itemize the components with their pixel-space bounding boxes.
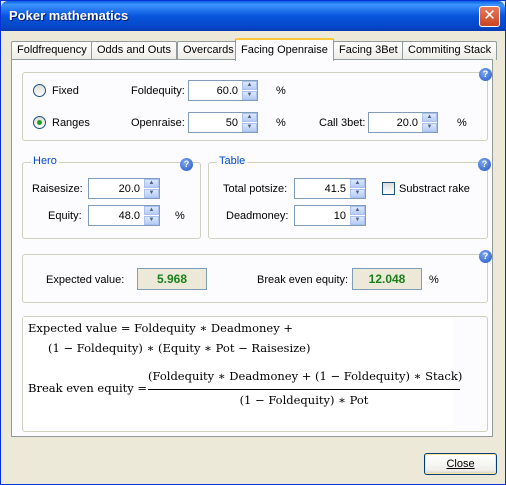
potsize-label: Total potsize: (223, 183, 288, 195)
deadmoney-up-arrow-icon[interactable]: ▲ (350, 206, 365, 215)
foldequity-down-arrow-icon[interactable]: ▼ (242, 91, 257, 100)
expected-value-label: Expected value: (46, 274, 125, 286)
equity-spinner: ▲ ▼ (88, 205, 160, 226)
deadmoney-label: Deadmoney: (226, 210, 289, 222)
be-formula-numerator: (Foldequity ∗ Deadmoney + (1 − Foldequit… (148, 369, 463, 383)
mode-group: ? Fixed Ranges Foldequity: ▲ ▼ % Openrai… (22, 68, 492, 141)
deadmoney-spinner: ▲ ▼ (294, 205, 366, 226)
window-close-icon[interactable]: ✕ (479, 6, 500, 27)
openraise-spinner: ▲ ▼ (188, 112, 258, 133)
tab-foldfrequency[interactable]: Foldfrequency (11, 41, 93, 60)
tab-overcards[interactable]: Overcards (177, 41, 240, 60)
ranges-label: Ranges (52, 117, 90, 129)
equity-down-arrow-icon[interactable]: ▼ (144, 216, 159, 225)
results-group: ? Expected value: 5.968 Break even equit… (22, 250, 492, 303)
foldequity-up-arrow-icon[interactable]: ▲ (242, 81, 257, 90)
subtract-rake-checkbox[interactable] (382, 182, 395, 195)
break-even-equity-unit: % (429, 274, 439, 286)
tab-commiting-stack[interactable]: Commiting Stack (402, 41, 498, 60)
be-formula-fraction: (Foldequity ∗ Deadmoney + (1 − Foldequit… (148, 369, 463, 411)
poker-mathematics-window: Poker mathematics ✕ Foldfrequency Odds a… (0, 0, 506, 485)
formula-panel: Expected value = Foldequity ∗ Deadmoney … (22, 316, 488, 432)
tab-facing-openraise[interactable]: Facing Openraise (235, 38, 334, 61)
expected-value-output: 5.968 (137, 268, 207, 290)
fixed-radio[interactable] (33, 84, 46, 97)
call3bet-down-arrow-icon[interactable]: ▼ (422, 123, 437, 132)
break-even-equity-output: 12.048 (352, 268, 422, 290)
deadmoney-down-arrow-icon[interactable]: ▼ (350, 216, 365, 225)
client-area: Foldfrequency Odds and Outs Overcards Fa… (4, 31, 502, 483)
openraise-label: Openraise: (131, 117, 185, 129)
fixed-label: Fixed (52, 85, 79, 97)
results-help-icon[interactable]: ? (479, 250, 492, 263)
raisesize-spinner: ▲ ▼ (88, 178, 160, 199)
ev-formula-line2: (1 − Foldequity) ∗ (Equity ∗ Pot − Raise… (48, 341, 311, 355)
foldequity-spinner: ▲ ▼ (188, 80, 258, 101)
foldequity-label: Foldequity: (131, 85, 185, 97)
openraise-up-arrow-icon[interactable]: ▲ (242, 113, 257, 122)
raisesize-down-arrow-icon[interactable]: ▼ (144, 189, 159, 198)
tab-facing-3bet[interactable]: Facing 3Bet (333, 41, 404, 60)
window-title: Poker mathematics (9, 8, 129, 23)
mode-help-icon[interactable]: ? (479, 68, 492, 81)
openraise-unit: % (276, 117, 286, 129)
hero-group: Hero ? Raisesize: ▲ ▼ Equity: ▲ ▼ (22, 155, 201, 239)
break-even-equity-label: Break even equity: (257, 274, 349, 286)
equity-up-arrow-icon[interactable]: ▲ (144, 206, 159, 215)
close-button[interactable]: Close (424, 453, 497, 475)
table-group: Table ? Total potsize: ▲ ▼ Deadmoney: ▲ … (208, 155, 491, 239)
close-button-label: Close (446, 458, 475, 470)
equity-unit: % (175, 210, 185, 222)
equity-label: Equity: (48, 210, 82, 222)
openraise-down-arrow-icon[interactable]: ▼ (242, 123, 257, 132)
be-formula-fraction-bar (148, 389, 460, 390)
hero-legend: Hero (31, 155, 59, 167)
hero-help-icon[interactable]: ? (180, 158, 193, 171)
call3bet-label: Call 3bet: (319, 117, 366, 129)
potsize-up-arrow-icon[interactable]: ▲ (350, 179, 365, 188)
table-help-icon[interactable]: ? (478, 158, 491, 171)
tab-odds-and-outs[interactable]: Odds and Outs (91, 41, 177, 60)
table-legend: Table (217, 155, 248, 167)
potsize-spinner: ▲ ▼ (294, 178, 366, 199)
call3bet-spinner: ▲ ▼ (368, 112, 438, 133)
ev-formula-line1: Expected value = Foldequity ∗ Deadmoney … (28, 321, 294, 335)
ranges-radio[interactable] (33, 116, 46, 129)
call3bet-unit: % (457, 117, 467, 129)
be-formula-denominator: (1 − Foldequity) ∗ Pot (239, 393, 369, 407)
tab-panel-facing-openraise: ? Fixed Ranges Foldequity: ▲ ▼ % Openrai… (11, 59, 493, 437)
be-formula-lhs: Break even equity = (28, 381, 148, 395)
foldequity-unit: % (276, 85, 286, 97)
title-bar[interactable]: Poker mathematics ✕ (1, 1, 505, 31)
subtract-rake-label: Substract rake (399, 183, 470, 195)
raisesize-label: Raisesize: (32, 183, 83, 195)
call3bet-up-arrow-icon[interactable]: ▲ (422, 113, 437, 122)
raisesize-up-arrow-icon[interactable]: ▲ (144, 179, 159, 188)
potsize-down-arrow-icon[interactable]: ▼ (350, 189, 365, 198)
